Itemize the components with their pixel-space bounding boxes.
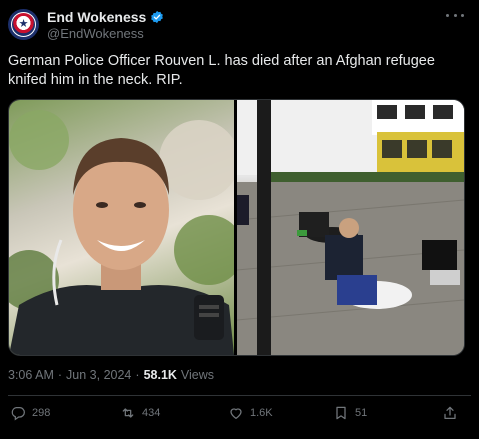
photo-street-scene[interactable] (237, 100, 464, 355)
meta-separator: · (135, 368, 140, 382)
avatar-emblem-icon: ★ (18, 18, 29, 30)
like-button[interactable]: 1.6K (228, 405, 273, 421)
bookmark-button[interactable]: 51 (333, 405, 367, 421)
photo-officer-portrait[interactable] (9, 100, 234, 355)
tweet-time[interactable]: 3:06 AM (8, 368, 54, 382)
views-count: 58.1K (143, 368, 177, 382)
bookmark-icon (336, 406, 346, 420)
share-icon (444, 406, 456, 419)
street-scene-image (237, 100, 464, 355)
like-icon (230, 408, 242, 419)
handle[interactable]: @EndWokeness (47, 26, 144, 41)
more-dot (461, 13, 464, 17)
display-name[interactable]: End Wokeness (47, 9, 146, 25)
action-bar: 298 434 1.6K 51 (10, 405, 470, 425)
bookmark-count: 51 (355, 407, 368, 419)
repost-icon (122, 408, 134, 418)
reply-count: 298 (32, 407, 51, 419)
views-label: Views (180, 368, 215, 382)
repost-button[interactable]: 434 (120, 405, 160, 421)
officer-portrait-image (9, 110, 234, 355)
verified-badge-icon (151, 10, 164, 24)
more-icon[interactable] (446, 8, 464, 22)
reply-button[interactable]: 298 (10, 405, 50, 421)
share-button[interactable] (442, 405, 458, 421)
tweet: ★ End Wokeness @EndWokeness German Polic… (0, 0, 479, 439)
author-name-row: End Wokeness (47, 9, 164, 25)
divider (8, 395, 471, 396)
avatar[interactable]: ★ (8, 9, 39, 40)
meta-separator: · (57, 368, 63, 382)
more-dot (446, 13, 449, 17)
media-grid (8, 99, 465, 356)
tweet-date[interactable]: Jun 3, 2024 (66, 368, 131, 382)
reply-icon (11, 407, 25, 421)
tweet-text: German Police Officer Rouven L. has died… (8, 53, 435, 88)
repost-count: 434 (142, 407, 161, 419)
like-count: 1.6K (250, 407, 273, 419)
more-dot (453, 13, 457, 17)
tweet-meta: 3:06 AM · Jun 3, 2024 · 58.1K Views (8, 368, 214, 382)
